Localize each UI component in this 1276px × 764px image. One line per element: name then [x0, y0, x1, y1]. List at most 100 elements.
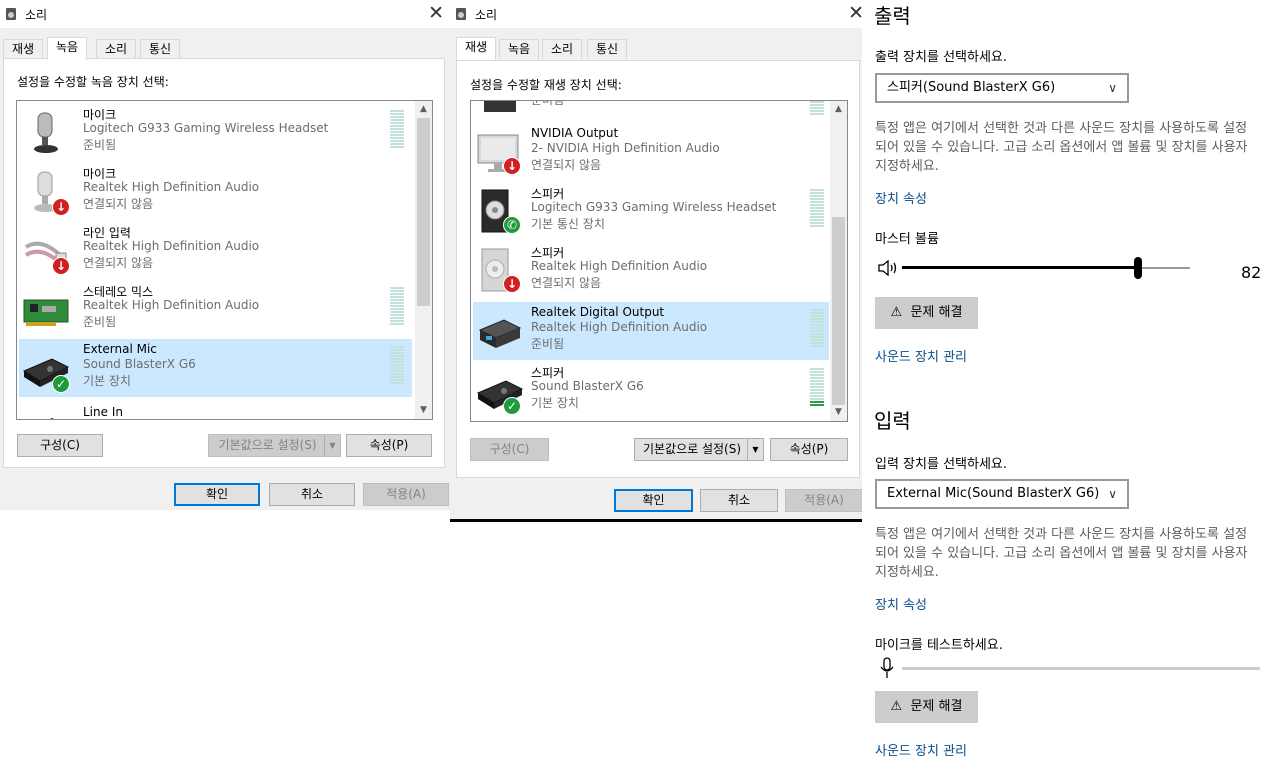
- master-volume-label: 마스터 볼륨: [875, 232, 939, 247]
- scrollbar-thumb[interactable]: [417, 118, 430, 306]
- tab-sounds[interactable]: 소리: [96, 39, 137, 59]
- scroll-up-icon[interactable]: ▲: [830, 101, 847, 118]
- device-list[interactable]: 마이크 Logitech G933 Gaming Wireless Headse…: [16, 100, 433, 420]
- device-status: 연결되지 않음: [83, 256, 154, 270]
- level-meter: [390, 110, 404, 148]
- level-meter: [810, 189, 824, 227]
- window-title: 소리: [25, 7, 48, 22]
- list-scrollbar[interactable]: ▲ ▼: [415, 101, 432, 419]
- window-title: 소리: [475, 7, 498, 22]
- list-item[interactable]: 준비됨: [473, 101, 829, 116]
- title-bar[interactable]: 소리 ✕: [0, 0, 450, 28]
- cancel-button[interactable]: 취소: [269, 483, 355, 506]
- mic-test-label: 마이크를 테스트하세요.: [875, 638, 1003, 653]
- close-icon[interactable]: ✕: [428, 2, 444, 24]
- ok-button[interactable]: 확인: [614, 489, 693, 512]
- device-status: 준비됨: [531, 337, 565, 351]
- device-name: Realtek Digital Output: [531, 305, 665, 319]
- level-meter: [810, 101, 824, 115]
- device-driver: Realtek High Definition Audio: [83, 180, 260, 194]
- list-item[interactable]: ✓ External Mic Sound BlasterX G6 기본 장치: [19, 339, 412, 397]
- configure-button[interactable]: 구성(C): [17, 434, 103, 457]
- output-help-line-1: 특정 앱은 여기에서 선택한 것과 다른 사운드 장치를 사용하도록 설정: [875, 121, 1248, 136]
- cancel-button[interactable]: 취소: [700, 489, 778, 512]
- list-item[interactable]: 스테레오 믹스 Realtek High Definition Audio 준비…: [19, 280, 412, 338]
- list-item[interactable]: ↓ NVIDIA Output 2- NVIDIA High Definitio…: [473, 123, 829, 181]
- set-default-label: 기본값으로 설정(S): [642, 442, 742, 456]
- disconnected-badge-icon: ↓: [503, 157, 521, 175]
- device-driver: Sound BlasterX G6: [83, 357, 196, 371]
- properties-button[interactable]: 속성(P): [346, 434, 432, 457]
- device-name: External Mic: [83, 342, 157, 356]
- sound-card-icon: [23, 299, 69, 326]
- list-item[interactable]: ↓ 라인 입력 Realtek High Definition Audio 연결…: [19, 221, 412, 279]
- chevron-down-icon: ∨: [1108, 81, 1117, 95]
- scroll-down-icon[interactable]: ▼: [830, 404, 847, 421]
- list-item[interactable]: 마이크 Logitech G933 Gaming Wireless Headse…: [19, 103, 412, 161]
- device-list[interactable]: 준비됨 ↓ NVIDIA Output 2- NVIDIA High Defin…: [470, 100, 848, 422]
- set-default-button[interactable]: 기본값으로 설정(S) ▼: [634, 438, 764, 461]
- list-item[interactable]: Line In: [19, 398, 412, 419]
- select-device-prompt: 설정을 수정할 재생 장치 선택:: [470, 78, 622, 92]
- list-item[interactable]: ↓ 마이크 Realtek High Definition Audio 연결되지…: [19, 162, 412, 220]
- warning-icon: ⚠: [890, 305, 903, 320]
- playback-sound-dialog: 소리 ✕ 재생 녹음 소리 통신 설정을 수정할 재생 장치 선택: 준비됨 ↓…: [450, 0, 870, 521]
- output-troubleshoot-button[interactable]: ⚠ 문제 해결: [875, 297, 978, 329]
- list-item[interactable]: Realtek Digital Output Realtek High Defi…: [473, 302, 829, 360]
- list-item[interactable]: ✓ 스피커 Sound BlasterX G6 기본 장치: [473, 361, 829, 419]
- master-volume-slider-thumb[interactable]: [1134, 257, 1143, 279]
- communication-device-badge-icon: ✆: [503, 216, 521, 234]
- select-device-prompt: 설정을 수정할 녹음 장치 선택:: [17, 75, 169, 89]
- output-device-properties-link[interactable]: 장치 속성: [875, 188, 927, 207]
- list-item[interactable]: ✆ 스피커 Logitech G933 Gaming Wireless Head…: [473, 182, 829, 240]
- output-help-line-3: 지정하세요.: [875, 159, 939, 174]
- tab-sounds[interactable]: 소리: [542, 39, 583, 59]
- input-help-line-1: 특정 앱은 여기에서 선택한 것과 다른 사운드 장치를 사용하도록 설정: [875, 527, 1248, 542]
- dropdown-arrow-icon[interactable]: ▼: [324, 435, 340, 456]
- output-heading: 출력: [874, 4, 911, 28]
- device-status: 기본 장치: [83, 374, 131, 388]
- list-item[interactable]: ↓ 스피커 Realtek High Definition Audio 연결되지…: [473, 241, 829, 299]
- scrollbar-thumb[interactable]: [832, 217, 845, 405]
- dropdown-arrow-icon[interactable]: ▼: [747, 439, 763, 460]
- input-manage-devices-link[interactable]: 사운드 장치 관리: [875, 740, 967, 759]
- disconnected-badge-icon: ↓: [52, 198, 70, 216]
- speaker-app-icon: [6, 8, 16, 20]
- set-default-button[interactable]: 기본값으로 설정(S) ▼: [208, 434, 341, 457]
- configure-button[interactable]: 구성(C): [470, 438, 549, 461]
- tab-communications[interactable]: 통신: [587, 39, 628, 59]
- disconnected-badge-icon: ↓: [52, 257, 70, 275]
- title-bar[interactable]: 소리 ✕: [450, 0, 870, 28]
- speaker-app-icon: [456, 8, 466, 20]
- properties-button[interactable]: 속성(P): [770, 438, 848, 461]
- device-status: 기본 통신 장치: [531, 217, 605, 231]
- tab-recording[interactable]: 녹음: [47, 37, 88, 60]
- master-volume-value: 82: [1241, 263, 1262, 282]
- level-meter: [810, 368, 824, 406]
- scroll-down-icon[interactable]: ▼: [415, 402, 432, 419]
- output-manage-devices-link[interactable]: 사운드 장치 관리: [875, 346, 967, 365]
- apply-button[interactable]: 적용(A): [363, 483, 449, 506]
- input-device-value: External Mic(Sound BlasterX G6): [887, 486, 1100, 501]
- input-troubleshoot-label: 문제 해결: [910, 699, 963, 714]
- device-driver: Realtek High Definition Audio: [531, 320, 708, 334]
- output-device-dropdown[interactable]: 스피커(Sound BlasterX G6) ∨: [875, 73, 1129, 103]
- speaker-icon: [484, 101, 516, 112]
- ok-button[interactable]: 확인: [174, 483, 260, 506]
- list-scrollbar[interactable]: ▲ ▼: [830, 101, 847, 421]
- input-help-line-3: 지정하세요.: [875, 565, 939, 580]
- tab-playback[interactable]: 재생: [456, 37, 497, 60]
- input-device-dropdown[interactable]: External Mic(Sound BlasterX G6) ∨: [875, 479, 1129, 509]
- input-help-line-2: 되어 있을 수 있습니다. 고급 소리 옵션에서 앱 볼륨 및 장치를 사용자: [875, 546, 1248, 561]
- microphone-icon: [880, 657, 894, 678]
- tab-recording[interactable]: 녹음: [499, 39, 540, 59]
- apply-button[interactable]: 적용(A): [785, 489, 863, 512]
- input-heading: 입력: [874, 409, 911, 433]
- device-driver: Logitech G933 Gaming Wireless Headset: [531, 200, 777, 214]
- scroll-up-icon[interactable]: ▲: [415, 101, 432, 118]
- input-device-properties-link[interactable]: 장치 속성: [875, 594, 927, 613]
- device-driver: Sound BlasterX G6: [531, 379, 644, 393]
- tab-communications[interactable]: 통신: [140, 39, 181, 59]
- input-troubleshoot-button[interactable]: ⚠ 문제 해결: [875, 691, 978, 723]
- tab-playback[interactable]: 재생: [3, 39, 44, 59]
